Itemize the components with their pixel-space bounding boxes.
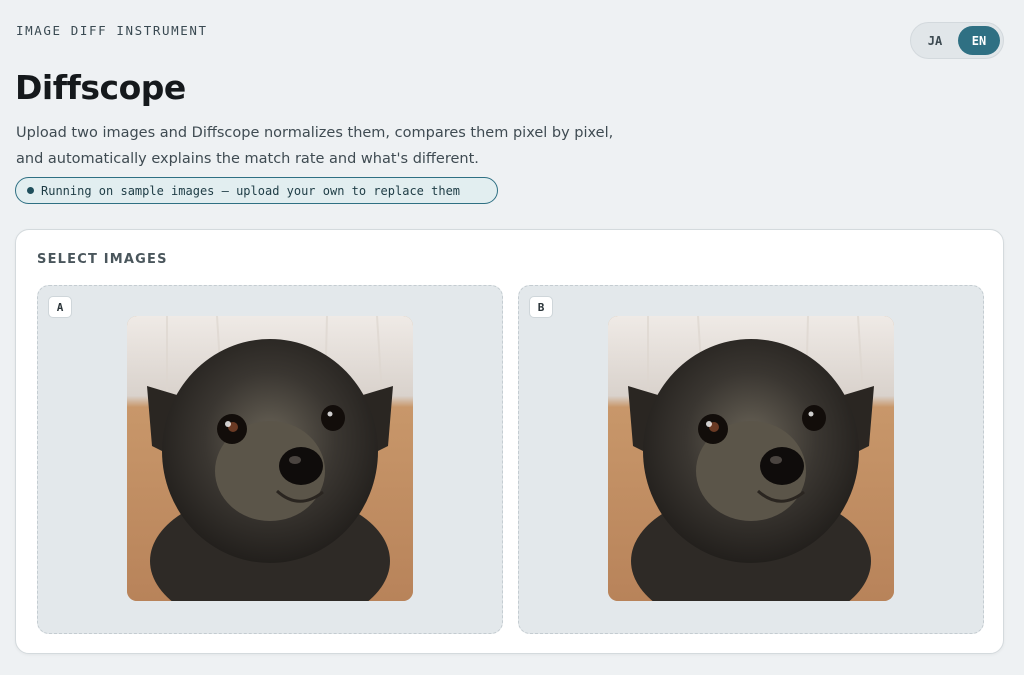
- language-toggle[interactable]: JA EN: [910, 22, 1004, 59]
- image-slot-a[interactable]: A: [37, 285, 503, 634]
- select-images-card: SELECT IMAGES A B: [15, 229, 1004, 654]
- image-slot-b[interactable]: B: [518, 285, 984, 634]
- page-title: Diffscope: [15, 68, 186, 107]
- eyebrow-label: IMAGE DIFF INSTRUMENT: [16, 23, 208, 38]
- dog-photo-icon: [127, 316, 413, 601]
- status-dot-icon: [27, 187, 34, 194]
- description-line-1: Upload two images and Diffscope normaliz…: [16, 125, 614, 141]
- lang-ja-button[interactable]: JA: [914, 26, 956, 55]
- slot-label-a: A: [48, 296, 72, 318]
- page-description: Upload two images and Diffscope normaliz…: [16, 120, 656, 172]
- status-badge: Running on sample images — upload your o…: [15, 177, 498, 204]
- card-title: SELECT IMAGES: [37, 252, 168, 267]
- slot-label-b: B: [529, 296, 553, 318]
- description-line-2: and automatically explains the match rat…: [16, 151, 479, 167]
- status-text: Running on sample images — upload your o…: [41, 183, 461, 198]
- dog-photo-icon: [608, 316, 894, 601]
- lang-en-button[interactable]: EN: [958, 26, 1000, 55]
